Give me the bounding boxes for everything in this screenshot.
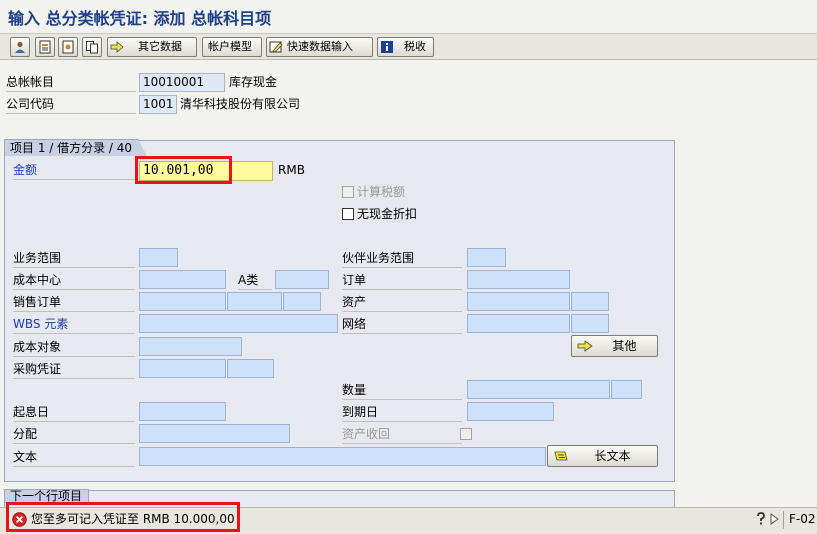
gl-account-description: 库存现金 [229,75,278,89]
network-activity-field[interactable] [571,314,609,333]
calculate-tax-label: 计算税额 [357,185,406,199]
cost-object-label: 成本对象 [13,339,135,357]
status-message-highlight [6,502,240,532]
application-toolbar: 其它数据 帐户模型 快速数据输入 税收 [0,33,817,60]
asset-retirement-checkbox[interactable] [460,428,472,440]
assignment-field[interactable] [139,424,290,443]
document-icon [62,40,74,54]
document-overview-icon [39,40,51,54]
help-icon[interactable] [755,512,767,526]
arrow-right-icon [110,41,124,53]
due-on-field[interactable] [467,402,554,421]
business-area-label: 业务范围 [13,250,135,268]
amount-highlight [135,156,232,184]
calculate-tax-checkbox[interactable] [342,186,354,198]
unit-field[interactable] [611,380,642,399]
copy-button[interactable] [82,37,102,57]
pencil-icon [269,41,283,53]
purchasing-doc-item-field[interactable] [227,359,274,378]
quantity-field[interactable] [467,380,610,399]
a-type-field[interactable] [275,270,329,289]
sales-order-field[interactable] [139,292,226,311]
trading-partner-ba-field[interactable] [467,248,506,267]
purchasing-doc-label: 采购凭证 [13,361,135,379]
text-label: 文本 [13,449,135,467]
value-date-field[interactable] [139,402,226,421]
order-field[interactable] [467,270,570,289]
more-data-button[interactable]: 其它数据 [107,37,197,57]
no-cash-discount-label: 无现金折扣 [357,207,418,221]
assignment-label: 分配 [13,426,135,444]
person-button[interactable] [10,37,30,57]
long-text-button[interactable]: 长文本 [547,445,658,467]
account-model-button[interactable]: 帐户模型 [202,37,262,57]
asset-label: 资产 [342,294,462,312]
currency-label: RMB [278,163,305,177]
purchasing-doc-field[interactable] [139,359,226,378]
status-divider [783,511,784,529]
info-icon [381,41,393,53]
other-button[interactable]: 其他 [571,335,658,357]
sales-order-item-field[interactable] [227,292,282,311]
company-code-description: 清华科技股份有限公司 [180,97,301,111]
asset-retirement-label: 资产收回 [342,426,462,444]
copy-icon [86,41,98,54]
title-bar: 输入 总分类帐凭证: 添加 总帐科目项 [0,0,817,30]
text-field[interactable] [139,447,546,466]
document-overview-button[interactable] [35,37,55,57]
network-label: 网络 [342,316,462,334]
quantity-label: 数量 [342,382,462,400]
asset-subnumber-field[interactable] [571,292,609,311]
a-type-label: A类 [238,272,272,290]
display-document-button[interactable] [58,37,78,57]
triangle-right-icon[interactable] [770,513,779,525]
fast-data-entry-button[interactable]: 快速数据输入 [266,37,373,57]
gl-account-label: 总帐帐目 [6,74,136,92]
trading-partner-ba-label: 伙伴业务范围 [342,250,462,268]
asset-field[interactable] [467,292,570,311]
network-field[interactable] [467,314,570,333]
sales-order-schedule-field[interactable] [283,292,321,311]
cost-center-label: 成本中心 [13,272,135,290]
company-code-label: 公司代码 [6,96,136,114]
wbs-element-field[interactable] [139,314,338,333]
item-group-title: 项目 1 / 借方分录 / 40 [4,139,148,156]
tax-button[interactable]: 税收 [377,37,434,57]
gl-account-field[interactable]: 10010001 [139,73,225,92]
cost-center-field[interactable] [139,270,226,289]
page-title: 输入 总分类帐凭证: 添加 总帐科目项 [8,9,272,28]
value-date-label: 起息日 [13,404,135,422]
sales-order-label: 销售订单 [13,294,135,312]
person-icon [15,41,25,53]
order-label: 订单 [342,272,462,290]
amount-label: 金额 [13,162,135,180]
due-on-label: 到期日 [342,404,462,422]
system-info: F-02 [789,512,816,526]
company-code-field[interactable]: 1001 [139,95,177,114]
next-item-group-title: 下一个行项目 [4,489,90,503]
business-area-field[interactable] [139,248,178,267]
no-cash-discount-checkbox[interactable] [342,208,354,220]
wbs-element-label: WBS 元素 [13,316,135,334]
cost-object-field[interactable] [139,337,242,356]
